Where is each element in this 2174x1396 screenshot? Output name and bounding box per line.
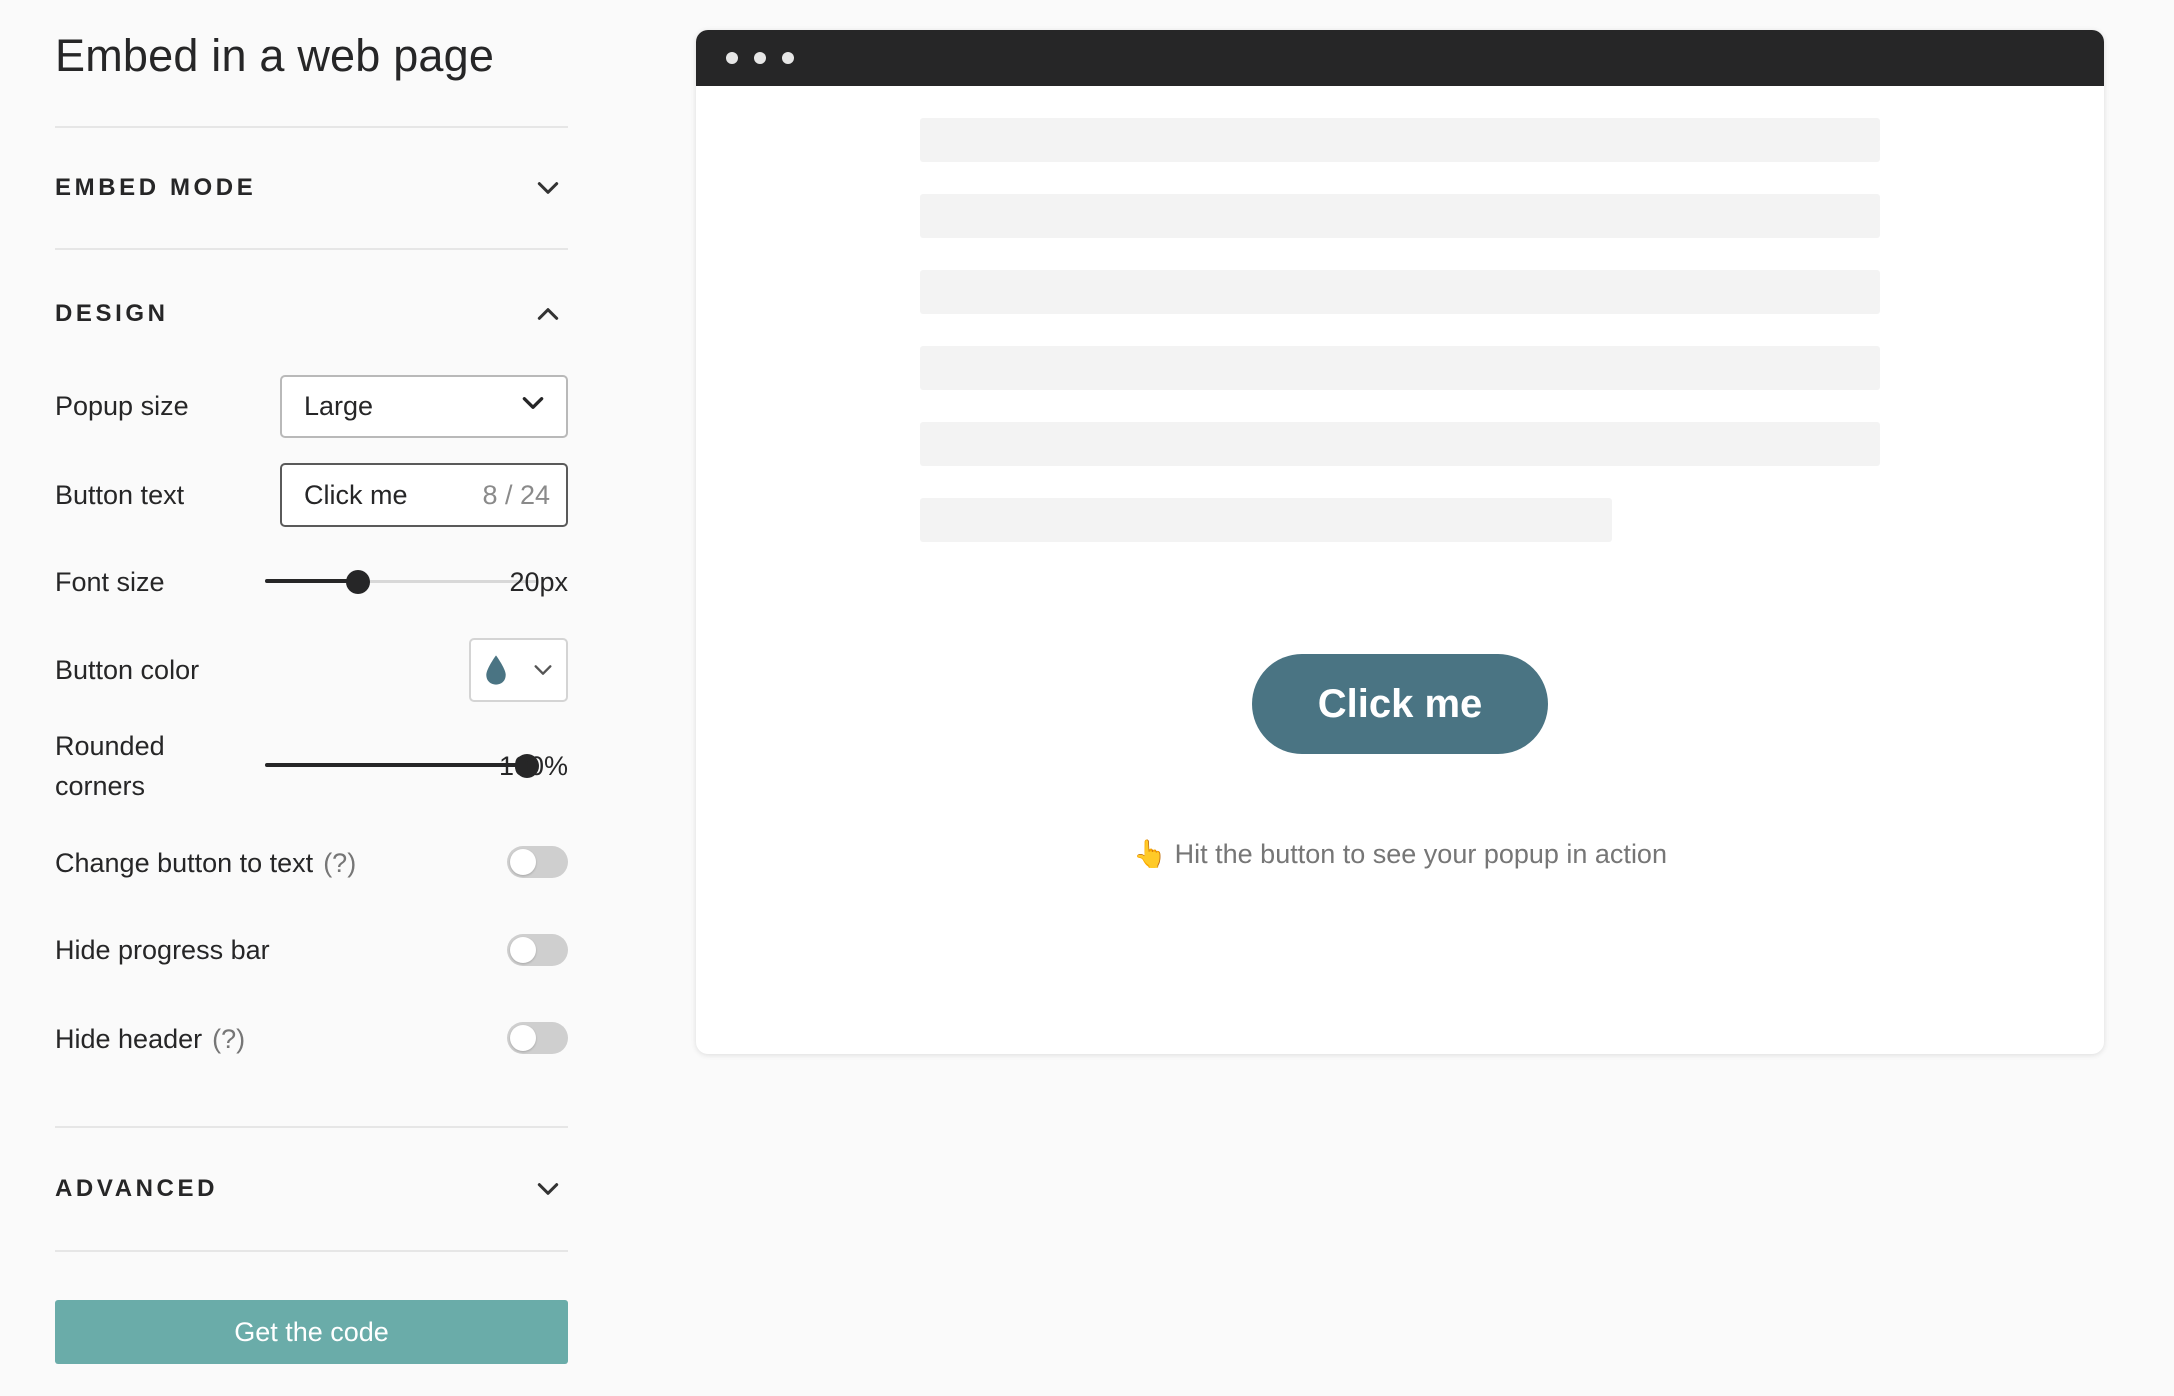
slider-thumb[interactable] [346,570,370,594]
pointing-hand-icon: 👆 [1133,839,1167,869]
skeleton-line [920,422,1880,466]
font-size-label: Font size [55,567,165,597]
section-design[interactable]: DESIGN [55,284,568,344]
help-icon[interactable]: (?) [323,848,356,878]
rounded-corners-label-line1: Rounded [55,731,165,761]
font-size-value: 20px [509,567,568,597]
toggle-knob [510,849,536,875]
preview-hint-text: Hit the button to see your popup in acti… [1174,839,1667,869]
rounded-corners-label: Rounded corners [55,726,165,806]
page-title: Embed in a web page [55,30,495,81]
preview-click-me-button[interactable]: Click me [1252,654,1548,754]
change-button-to-text-text: Change button to text [55,848,314,878]
window-dot [726,52,738,64]
toggle-knob [510,1025,536,1051]
help-icon[interactable]: (?) [212,1024,245,1054]
button-color-picker[interactable] [469,638,568,702]
skeleton-line [920,194,1880,238]
chevron-down-icon [520,390,546,423]
button-text-label: Button text [55,480,185,510]
preview-browser: Click me 👆 Hit the button to see your pop… [696,30,2104,1054]
change-button-to-text-toggle[interactable] [507,846,568,878]
window-dot [782,52,794,64]
hide-header-toggle[interactable] [507,1022,568,1054]
section-embed-mode-label: EMBED MODE [55,174,257,201]
hide-header-text: Hide header [55,1024,203,1054]
button-text-counter: 8 / 24 [482,479,550,510]
popup-size-value: Large [304,391,374,421]
button-color-label: Button color [55,655,200,685]
button-text-input[interactable]: Click me 8 / 24 [280,463,568,527]
divider [55,1250,568,1252]
skeleton-line [920,270,1880,314]
section-embed-mode[interactable]: EMBED MODE [55,158,568,218]
rounded-corners-value: 100% [498,751,568,781]
chevron-up-icon [528,294,568,334]
browser-bar [696,30,2104,86]
change-button-to-text-label: Change button to text (?) [55,843,356,883]
popup-size-label: Popup size [55,391,189,421]
window-dot [754,52,766,64]
rounded-corners-label-line2: corners [55,771,146,801]
embed-page: Embed in a web page EMBED MODE DESIGN Po… [0,0,2174,1396]
hide-progress-bar-toggle[interactable] [507,934,568,966]
divider [55,1126,568,1128]
skeleton-line [920,346,1880,390]
preview-hint: 👆 Hit the button to see your popup in act… [696,838,2104,870]
slider-fill [265,579,358,583]
hide-header-label: Hide header (?) [55,1019,245,1059]
chevron-down-icon [532,659,554,681]
hide-progress-bar-label: Hide progress bar [55,935,270,965]
section-advanced[interactable]: ADVANCED [55,1159,568,1219]
color-drop-icon [481,653,511,687]
skeleton-line [920,498,1612,542]
popup-size-select[interactable]: Large [280,375,568,438]
section-advanced-label: ADVANCED [55,1175,219,1202]
divider [55,126,568,128]
button-text-value: Click me [304,479,408,510]
section-design-label: DESIGN [55,300,169,327]
toggle-knob [510,937,536,963]
chevron-down-icon [528,168,568,208]
divider [55,248,568,250]
skeleton-line [920,118,1880,162]
chevron-down-icon [528,1169,568,1209]
get-the-code-button[interactable]: Get the code [55,1300,568,1364]
